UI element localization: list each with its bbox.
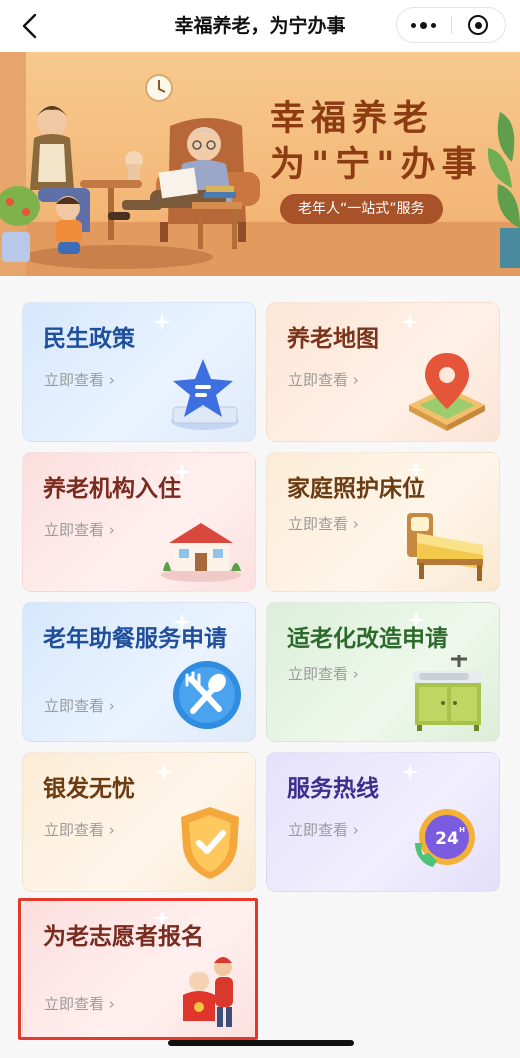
card-nursing-home-admission[interactable]: 养老机构入住 立即查看 › — [22, 452, 256, 592]
close-mini-program-button[interactable] — [452, 8, 506, 42]
view-now-link[interactable]: 立即查看 › — [44, 369, 115, 390]
more-button[interactable] — [397, 8, 451, 42]
house-icon — [161, 523, 241, 582]
banner-subtitle-pill: 老年人“一站式”服务 — [280, 194, 443, 224]
card-silver-age-assurance[interactable]: 银发无忧 立即查看 › — [22, 752, 256, 892]
banner-title-line-2: 为"宁"办事 — [270, 145, 483, 185]
chevron-left-icon — [22, 13, 37, 39]
sparkle-icon — [401, 763, 419, 781]
sparkle-icon — [173, 463, 191, 481]
card-elderly-care-map[interactable]: 养老地图 立即查看 › — [266, 302, 500, 442]
home-indicator — [168, 1040, 354, 1046]
banner-title: 幸福养老 为"宁"办事 — [270, 96, 510, 188]
top-navigation-bar: 幸福养老，为宁办事 — [0, 0, 520, 52]
view-now-link[interactable]: 立即查看 › — [288, 369, 359, 390]
sparkle-icon — [401, 313, 419, 331]
card-title: 家庭照护床位 — [287, 476, 425, 502]
hero-banner[interactable]: 幸福养老 为"宁"办事 老年人“一站式”服务 — [0, 52, 520, 276]
more-dots-icon — [411, 21, 437, 29]
view-now-link[interactable]: 立即查看 › — [288, 819, 359, 840]
sparkle-icon — [173, 613, 191, 631]
mini-program-capsule — [396, 7, 506, 43]
card-senior-meal-service[interactable]: 老年助餐服务申请 立即查看 › — [22, 602, 256, 742]
card-family-care-bed[interactable]: 家庭照护床位 立即查看 › — [266, 452, 500, 592]
sparkle-icon — [153, 313, 171, 331]
view-now-link[interactable]: 立即查看 › — [288, 513, 359, 534]
card-service-hotline[interactable]: 服务热线 立即查看 › 24 H — [266, 752, 500, 892]
map-pin-icon — [409, 353, 485, 431]
sparkle-icon — [155, 763, 173, 781]
card-volunteer-signup[interactable]: 为老志愿者报名 立即查看 › — [22, 900, 256, 1040]
view-now-link[interactable]: 立即查看 › — [44, 519, 115, 540]
shield-check-icon — [181, 807, 239, 879]
view-now-link[interactable]: 立即查看 › — [44, 993, 115, 1014]
svg-text:24: 24 — [435, 829, 459, 849]
svg-text:H: H — [459, 826, 465, 834]
banner-title-line-1: 幸福养老 — [270, 99, 435, 139]
back-button[interactable] — [14, 10, 46, 42]
card-title: 银发无忧 — [43, 776, 135, 802]
fork-spoon-icon — [173, 661, 241, 729]
sparkle-icon — [407, 461, 425, 479]
card-aging-friendly-renovation[interactable]: 适老化改造申请 立即查看 › — [266, 602, 500, 742]
24h-phone-icon: 24 H — [415, 809, 475, 867]
card-title: 养老机构入住 — [43, 476, 181, 502]
target-circle-icon — [468, 15, 489, 35]
sink-cabinet-icon — [413, 655, 483, 731]
card-title: 为老志愿者报名 — [43, 924, 204, 950]
card-title: 老年助餐服务申请 — [43, 626, 227, 652]
sparkle-icon — [407, 611, 425, 629]
star-document-icon — [171, 359, 239, 430]
card-title: 服务热线 — [287, 776, 379, 802]
card-livelihood-policy[interactable]: 民生政策 立即查看 › — [22, 302, 256, 442]
view-now-link[interactable]: 立即查看 › — [44, 819, 115, 840]
bed-icon — [407, 513, 483, 581]
card-title: 民生政策 — [43, 326, 135, 352]
view-now-link[interactable]: 立即查看 › — [44, 695, 115, 716]
view-now-link[interactable]: 立即查看 › — [288, 663, 359, 684]
volunteers-icon — [183, 957, 233, 1027]
sparkle-icon — [153, 909, 171, 927]
